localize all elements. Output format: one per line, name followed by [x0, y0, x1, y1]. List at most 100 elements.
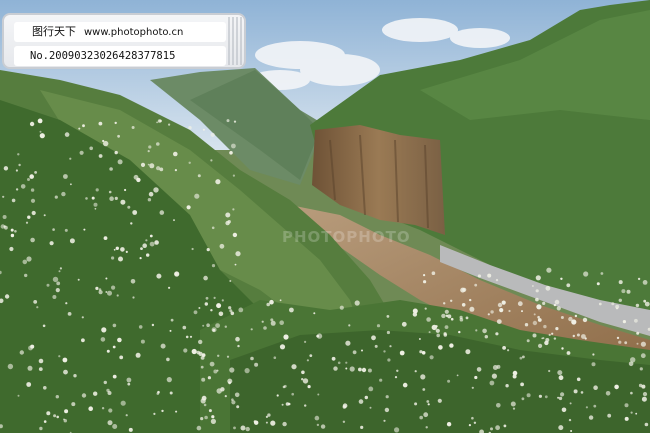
blossom: [27, 178, 30, 181]
blossom: [443, 332, 447, 336]
blossom: [117, 159, 123, 165]
blossom: [524, 323, 529, 327]
blossom: [581, 334, 586, 339]
blossom: [641, 396, 647, 402]
blossom: [474, 283, 478, 287]
blossom: [250, 356, 254, 361]
blossom: [63, 369, 68, 375]
blossom: [438, 345, 443, 350]
blossom: [27, 215, 31, 219]
blossom: [522, 355, 525, 359]
blossom: [644, 422, 649, 427]
blossom: [304, 340, 307, 343]
blossom: [561, 347, 564, 350]
blossom: [219, 243, 225, 249]
blossom: [419, 415, 424, 420]
blossom: [558, 396, 563, 401]
blossom: [200, 398, 206, 404]
blossom: [109, 167, 113, 171]
blossom: [538, 394, 543, 398]
blossom: [607, 413, 612, 418]
blossom: [202, 128, 205, 131]
blossom: [630, 391, 633, 395]
blossom: [301, 370, 305, 375]
blossom: [436, 333, 441, 338]
blossom: [532, 333, 537, 338]
blossom: [79, 150, 84, 155]
blossom: [512, 370, 518, 376]
blossom: [112, 374, 117, 379]
blossom: [209, 361, 215, 367]
blossom: [91, 196, 95, 200]
blossom: [140, 247, 143, 251]
blossom: [471, 416, 474, 420]
blossom: [497, 302, 503, 308]
blossom: [118, 256, 123, 262]
blossom: [279, 320, 285, 326]
blossom: [468, 424, 471, 427]
blossom: [186, 205, 191, 210]
blossom: [637, 277, 641, 281]
blossom: [107, 290, 112, 296]
blossom: [469, 306, 475, 312]
blossom: [55, 288, 60, 293]
blossom: [316, 423, 320, 427]
blossom: [548, 369, 551, 373]
photo-scene: PHOTOPHOTO 图行天下 www.photophoto.cn No.2009…: [0, 0, 650, 433]
blossom: [120, 247, 125, 252]
blossom: [443, 302, 446, 305]
blossom: [156, 273, 162, 279]
blossom: [226, 355, 230, 358]
blossom: [3, 166, 9, 171]
blossom: [582, 317, 588, 323]
blossom: [345, 361, 348, 364]
blossom: [78, 127, 81, 130]
blossom: [371, 335, 376, 341]
blossom: [437, 398, 442, 403]
blossom: [368, 386, 374, 392]
blossom: [188, 126, 192, 130]
blossom: [501, 300, 506, 305]
blossom: [234, 263, 237, 266]
blossom: [54, 195, 58, 199]
blossom: [151, 323, 155, 327]
blossom: [254, 362, 259, 367]
blossom: [2, 215, 7, 219]
blossom: [630, 411, 633, 414]
blossom: [526, 393, 531, 398]
blossom: [169, 329, 172, 332]
blossom: [206, 248, 210, 252]
blossom: [106, 388, 110, 393]
blossom: [270, 420, 276, 426]
blossom: [554, 299, 560, 305]
blossom: [207, 376, 211, 380]
blossom: [519, 356, 523, 360]
blossom: [206, 323, 210, 328]
blossom: [560, 316, 564, 319]
watermark-box: 图行天下 www.photophoto.cn No.200903230264283…: [2, 13, 246, 69]
blossom: [73, 374, 77, 378]
blossom: [18, 163, 21, 167]
blossom: [112, 345, 116, 349]
blossom: [383, 350, 386, 353]
watermark-brand: 图行天下: [32, 25, 76, 38]
blossom: [490, 427, 493, 431]
blossom: [425, 426, 428, 429]
blossom: [496, 319, 502, 324]
blossom: [638, 383, 643, 388]
blossom: [153, 412, 156, 415]
blossom: [558, 425, 564, 431]
blossom: [348, 324, 351, 327]
blossom: [536, 304, 542, 310]
blossom: [111, 285, 116, 290]
watermark-number: No.20090323026428377815: [14, 46, 226, 66]
blossom: [495, 278, 499, 282]
blossom: [238, 307, 244, 313]
blossom: [640, 353, 646, 359]
blossom: [450, 317, 454, 321]
blossom: [379, 378, 383, 382]
blossom: [435, 325, 438, 328]
blossom: [616, 336, 620, 340]
blossom: [132, 210, 138, 215]
blossom: [465, 316, 469, 320]
